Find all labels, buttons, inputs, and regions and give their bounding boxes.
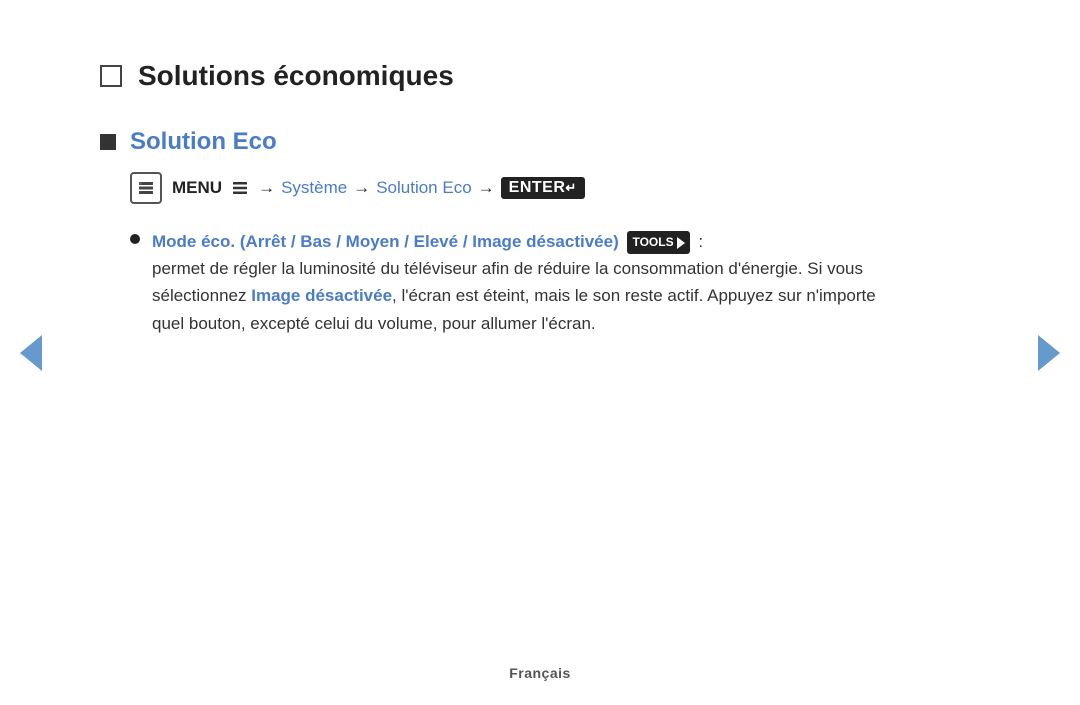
tools-label: TOOLS (632, 233, 673, 252)
inline-blue-text: Image désactivée (251, 286, 392, 305)
section-title-container: Solution Eco (100, 128, 880, 156)
arrow3: → (478, 178, 495, 198)
step2: Solution Eco (376, 178, 471, 198)
enter-key: ENTER↵ (501, 177, 585, 199)
square-icon (100, 134, 116, 150)
item-title: Mode éco. (Arrêt / Bas / Moyen / Elevé /… (152, 232, 619, 251)
tools-badge: TOOLS (627, 231, 689, 254)
colon-text: : (698, 232, 703, 251)
enter-arrow-icon: ↵ (565, 180, 576, 196)
bullet-icon (130, 234, 140, 244)
section-title: Solution Eco (130, 128, 277, 156)
menu-icon (130, 172, 162, 204)
menu-bars-icon (230, 178, 250, 198)
main-title: Solutions économiques (138, 60, 454, 92)
tools-flag-icon (677, 237, 685, 249)
menu-label: MENU (172, 178, 222, 198)
main-title-container: Solutions économiques (100, 60, 880, 92)
nav-arrow-right[interactable] (1038, 335, 1060, 371)
checkbox-icon (100, 65, 122, 87)
menu-path: MENU → Système → Solution Eco → ENTER↵ (130, 172, 880, 204)
nav-arrow-left[interactable] (20, 335, 42, 371)
content-list: Mode éco. (Arrêt / Bas / Moyen / Elevé /… (130, 228, 880, 337)
footer-language: Français (509, 665, 571, 681)
list-item: Mode éco. (Arrêt / Bas / Moyen / Elevé /… (130, 228, 880, 337)
arrow2: → (353, 178, 370, 198)
arrow1: → (258, 178, 275, 198)
item-content: Mode éco. (Arrêt / Bas / Moyen / Elevé /… (152, 228, 880, 337)
step1: Système (281, 178, 347, 198)
page-content: Solutions économiques Solution Eco MENU … (0, 0, 980, 385)
